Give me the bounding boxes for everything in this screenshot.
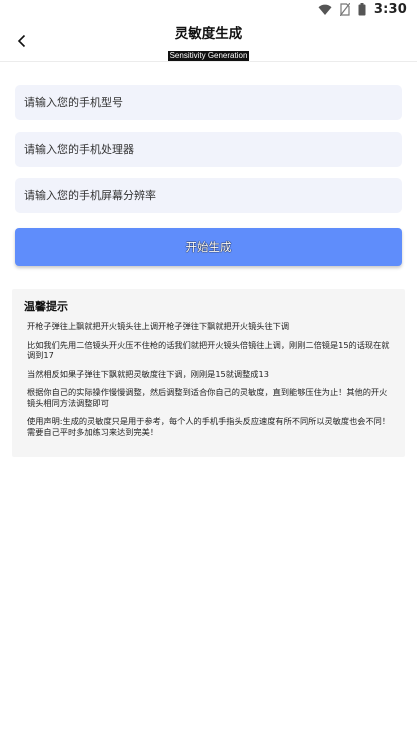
header-title-group: 灵敏度生成 Sensitivity Generation: [120, 26, 297, 62]
tip-item: 根据你自己的实际操作慢慢调整，然后调整到适合你自己的灵敏度，直到能够压住为止！其…: [27, 387, 388, 408]
chevron-left-icon: [17, 34, 26, 48]
tip-item: 当然相反如果子弹往下飘就把灵敏度往下调，刚刚是15就调整成13: [27, 368, 269, 379]
phone-processor-input[interactable]: [15, 132, 402, 167]
battery-icon: [358, 3, 366, 16]
tips-title: 温馨提示: [24, 300, 68, 313]
status-icons: 3:30: [318, 2, 407, 17]
back-button[interactable]: [12, 28, 32, 54]
tips-panel: 温馨提示 开枪子弹往上飘就把开火镜头往上调开枪子弹往下飘就把开火镜头往下调 比如…: [12, 289, 405, 457]
tip-item: 开枪子弹往上飘就把开火镜头往上调开枪子弹往下飘就把开火镜头往下调: [27, 321, 290, 331]
status-bar: 3:30: [0, 0, 417, 20]
page-title: 灵敏度生成: [174, 26, 243, 42]
page-subtitle: Sensitivity Generation: [167, 51, 250, 61]
no-sim-icon: [339, 3, 350, 16]
tip-item: 使用声明:生成的灵敏度只是用于参考，每个人的手机手指头反应速度有所不同所以灵敏度…: [27, 416, 391, 437]
phone-model-input[interactable]: [15, 85, 402, 120]
clock-time: 3:30: [373, 2, 407, 17]
tip-item: 比如我们先用二倍镜头开火压不住枪的话我们就把开火镜头倍镜往上调，刚刚二倍镜是15…: [27, 339, 390, 361]
wifi-icon: [318, 4, 332, 16]
sensitivity-generation-screen: 3:30 灵敏度生成 Sensitivity Generation 开始生成 温…: [0, 0, 417, 742]
start-generate-button[interactable]: 开始生成: [15, 228, 402, 266]
start-generate-label: 开始生成: [185, 242, 232, 254]
screen-resolution-input[interactable]: [15, 178, 402, 213]
app-header: 灵敏度生成 Sensitivity Generation: [0, 22, 417, 62]
